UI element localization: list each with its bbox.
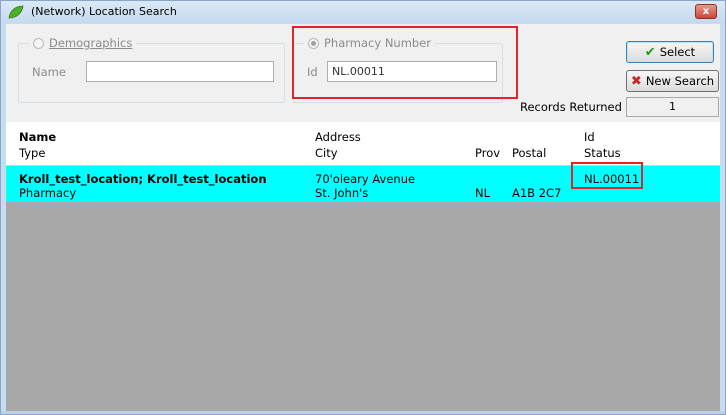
column-header-type[interactable]: Type <box>19 146 45 160</box>
leaf-icon <box>8 5 24 19</box>
select-button[interactable]: ✔ Select <box>626 41 714 63</box>
row-city: St. John's <box>315 186 369 200</box>
pharmacy-number-option[interactable]: Pharmacy Number <box>304 36 436 50</box>
new-search-button-label: New Search <box>645 74 715 88</box>
checkmark-icon: ✔ <box>644 44 656 60</box>
location-search-window: (Network) Location Search x Demographics… <box>0 0 726 415</box>
id-label: Id <box>307 65 318 79</box>
table-row[interactable]: Kroll_test_location; Kroll_test_location… <box>6 166 720 202</box>
row-id: NL.00011 <box>584 172 640 186</box>
pharmacy-number-radio[interactable] <box>308 37 319 49</box>
column-header-prov[interactable]: Prov <box>475 146 500 160</box>
pharmacy-number-label: Pharmacy Number <box>324 36 432 50</box>
column-header-postal[interactable]: Postal <box>512 146 546 160</box>
window-title: (Network) Location Search <box>31 5 177 18</box>
column-header-address[interactable]: Address <box>315 130 361 144</box>
pharmacy-number-group: Pharmacy Number Id NL.00011 <box>293 36 503 103</box>
column-header-status[interactable]: Status <box>584 146 621 160</box>
new-search-button[interactable]: ✖ New Search <box>626 70 719 92</box>
window-client: Demographics Name Pharmacy Number Id NL.… <box>6 24 720 412</box>
red-x-icon: ✖ <box>630 73 642 89</box>
row-prov: NL <box>475 186 491 200</box>
list-header: Name Type Address City Prov Postal Id St… <box>6 122 720 166</box>
title-bar: (Network) Location Search x <box>1 1 725 23</box>
demographics-label: Demographics <box>49 36 133 50</box>
column-header-id[interactable]: Id <box>584 130 595 144</box>
demographics-radio[interactable] <box>33 37 44 49</box>
demographics-option[interactable]: Demographics <box>29 36 137 50</box>
select-button-label: Select <box>659 45 696 59</box>
column-header-name[interactable]: Name <box>19 130 56 144</box>
records-returned-label: Records Returned <box>520 100 622 114</box>
row-address: 70'oleary Avenue <box>315 172 416 186</box>
window-bottom-border <box>1 411 725 414</box>
demographics-group: Demographics Name <box>18 36 285 103</box>
row-name: Kroll_test_location; Kroll_test_location <box>19 172 267 186</box>
records-returned-value: 1 <box>626 97 719 117</box>
pharmacy-id-field[interactable]: NL.00011 <box>327 61 497 82</box>
close-button[interactable]: x <box>695 4 717 19</box>
name-label: Name <box>32 65 66 79</box>
row-postal: A1B 2C7 <box>512 186 562 200</box>
name-field[interactable] <box>86 61 274 82</box>
column-header-city[interactable]: City <box>315 146 338 160</box>
row-type: Pharmacy <box>19 186 77 200</box>
results-list[interactable]: Name Type Address City Prov Postal Id St… <box>6 122 720 412</box>
